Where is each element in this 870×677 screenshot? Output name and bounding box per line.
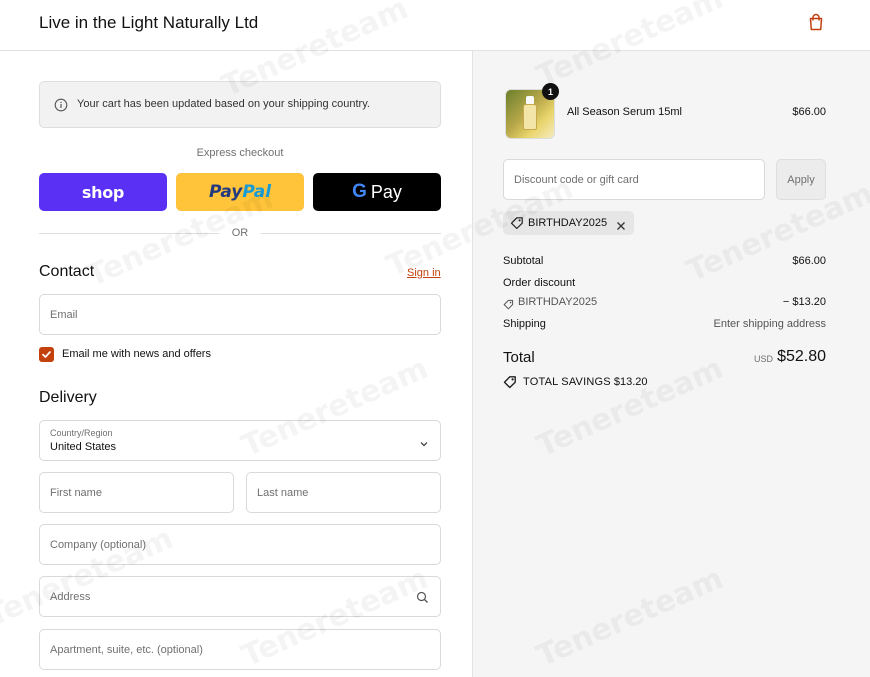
contact-heading: Contact — [39, 263, 95, 280]
paypal-button[interactable]: Pay Pal — [176, 173, 304, 211]
cart-updated-notice: Your cart has been updated based on your… — [39, 81, 441, 128]
notice-text: Your cart has been updated based on your… — [77, 98, 370, 110]
total-savings: TOTAL SAVINGS $13.20 — [523, 376, 648, 388]
newsletter-label[interactable]: Email me with news and offers — [62, 348, 211, 360]
applied-code-text: BIRTHDAY2025 — [528, 217, 608, 229]
shipping-value: Enter shipping address — [713, 318, 826, 330]
info-icon — [54, 98, 68, 112]
company-input[interactable] — [40, 525, 440, 564]
discount-code-input[interactable] — [504, 160, 764, 199]
checkmark-icon — [42, 351, 51, 358]
quantity-badge: 1 — [542, 83, 559, 100]
discount-value: − $13.20 — [782, 296, 826, 308]
first-name-field[interactable] — [39, 472, 234, 513]
header: Live in the Light Naturally Ltd — [0, 0, 870, 51]
tag-icon — [510, 216, 524, 235]
sign-in-link[interactable]: Sign in — [407, 267, 441, 279]
email-input[interactable] — [40, 295, 440, 334]
product-name: All Season Serum 15ml — [567, 106, 682, 118]
newsletter-checkbox[interactable] — [39, 347, 54, 362]
subtotal-label: Subtotal — [503, 255, 544, 267]
total-value: $52.80 — [777, 348, 826, 365]
address-field[interactable] — [39, 576, 441, 617]
total-label: Total — [503, 349, 535, 366]
product-price: $66.00 — [792, 106, 826, 118]
country-value: United States — [50, 441, 117, 453]
discount-code-field[interactable] — [503, 159, 765, 200]
or-divider: OR — [39, 226, 441, 240]
shop-pay-button[interactable]: shop — [39, 173, 167, 211]
tag-icon — [503, 297, 514, 315]
google-g-icon: G — [352, 181, 367, 202]
total-savings-label: TOTAL SAVINGS — [523, 376, 611, 388]
google-pay-label: Pay — [370, 181, 402, 202]
last-name-input[interactable] — [247, 473, 440, 512]
country-select[interactable]: Country/Region United States — [39, 420, 441, 461]
express-checkout-label: Express checkout — [196, 147, 284, 159]
order-discount-label: Order discount — [503, 277, 576, 289]
subtotal-value: $66.00 — [792, 255, 826, 267]
discount-code-label: BIRTHDAY2025 — [518, 296, 598, 308]
shopping-bag-icon[interactable] — [806, 12, 826, 32]
shop-pay-logo: shop — [81, 182, 125, 202]
apartment-field[interactable] — [39, 629, 441, 670]
remove-discount-icon[interactable] — [616, 218, 626, 236]
store-name[interactable]: Live in the Light Naturally Ltd — [39, 13, 258, 33]
email-field[interactable] — [39, 294, 441, 335]
search-icon[interactable] — [416, 591, 429, 609]
company-field[interactable] — [39, 524, 441, 565]
total-savings-value: $13.20 — [613, 376, 648, 388]
last-name-field[interactable] — [246, 472, 441, 513]
delivery-heading: Delivery — [39, 389, 97, 406]
paypal-logo-part2: Pal — [242, 182, 272, 202]
shipping-label: Shipping — [503, 318, 546, 330]
paypal-logo-part1: Pay — [208, 182, 243, 202]
or-label: OR — [231, 227, 249, 239]
apply-button[interactable]: Apply — [776, 159, 826, 200]
apartment-input[interactable] — [40, 630, 440, 669]
applied-discount-chip: BIRTHDAY2025 — [503, 211, 634, 235]
chevron-down-icon — [419, 436, 429, 454]
address-input[interactable] — [40, 577, 440, 616]
country-label: Country/Region — [50, 428, 113, 438]
first-name-input[interactable] — [40, 473, 233, 512]
google-pay-button[interactable]: G Pay — [313, 173, 441, 211]
savings-tag-icon — [503, 375, 518, 394]
bottle-shape — [523, 104, 537, 130]
total-currency: USD — [754, 354, 774, 364]
